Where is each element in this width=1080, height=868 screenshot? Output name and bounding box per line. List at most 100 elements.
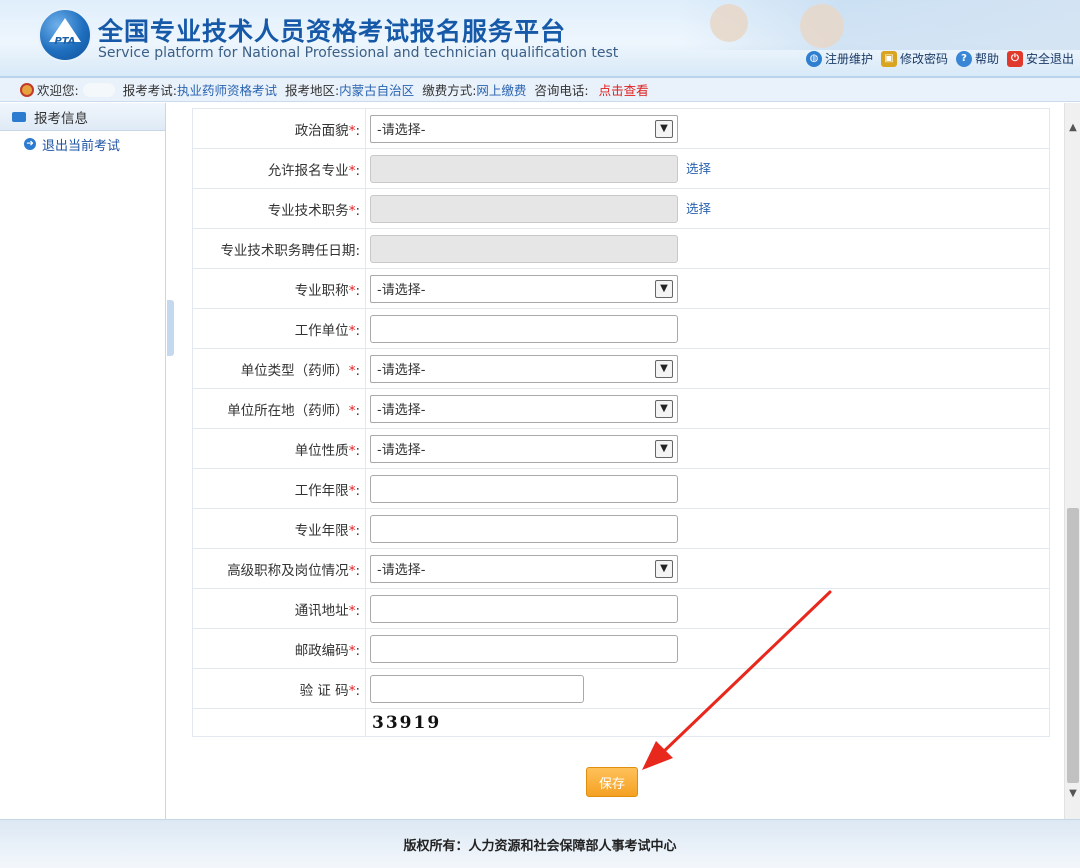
field-label: 单位性质*: xyxy=(192,428,366,469)
text-input[interactable] xyxy=(370,594,678,623)
field-label-text: 单位类型（药师） xyxy=(240,362,349,379)
field-label: 高级职称及岗位情况*: xyxy=(192,548,366,589)
field-label-text: 单位所在地（药师） xyxy=(227,402,349,419)
field-label-text: 单位性质 xyxy=(294,442,349,459)
captcha-image-cell: 33919 xyxy=(365,708,1050,737)
exam-label: 报考考试: xyxy=(122,83,177,98)
select-dropdown[interactable]: -请选择- ▼ xyxy=(370,394,678,423)
captcha-input[interactable] xyxy=(370,674,584,703)
change-password-link[interactable]: ▣ 修改密码 xyxy=(880,50,948,67)
label-colon: : xyxy=(355,522,360,539)
sidebar-header[interactable]: 报考信息 xyxy=(0,103,165,131)
select-dropdown[interactable]: -请选择- ▼ xyxy=(370,554,678,583)
form-row: 邮政编码*: xyxy=(192,628,1050,669)
disabled-input xyxy=(370,154,678,183)
label-colon: : xyxy=(355,122,360,139)
chevron-down-icon: ▼ xyxy=(655,399,673,418)
field-label-text: 工作单位 xyxy=(294,322,349,339)
link-label: 安全退出 xyxy=(1025,52,1074,66)
field-control-cell: -请选择- ▼ xyxy=(365,348,1050,389)
sidebar: 报考信息 ➜ 退出当前考试 xyxy=(0,103,166,819)
site-subtitle: Service platform for National Profession… xyxy=(98,45,619,61)
choose-link[interactable]: 选择 xyxy=(686,158,711,177)
captcha-image[interactable]: 33919 xyxy=(370,713,441,733)
sidebar-collapse-handle[interactable] xyxy=(167,300,174,356)
info-bar: 欢迎您: 报考考试: 执业药师资格考试 报考地区: 内蒙古自治区 缴费方式: 网… xyxy=(0,78,1080,102)
field-label: 专业年限*: xyxy=(192,508,366,549)
register-maintain-link[interactable]: ◍ 注册维护 xyxy=(805,50,873,67)
pta-logo: PTA xyxy=(38,8,92,62)
label-colon: : xyxy=(355,242,360,259)
logo-text: PTA xyxy=(54,36,76,47)
phone-label: 咨询电话: xyxy=(534,83,589,98)
field-control-cell: 选择 xyxy=(365,188,1050,229)
field-control-cell xyxy=(365,588,1050,629)
field-label: 通讯地址*: xyxy=(192,588,366,629)
exam-value: 执业药师资格考试 xyxy=(176,83,277,98)
field-label: 工作单位*: xyxy=(192,308,366,349)
field-label: 验 证 码*: xyxy=(192,668,366,709)
text-input[interactable] xyxy=(370,514,678,543)
select-dropdown[interactable]: -请选择- ▼ xyxy=(370,274,678,303)
chevron-down-icon: ▼ xyxy=(655,279,673,298)
form-row: 通讯地址*: xyxy=(192,588,1050,629)
field-label: 专业技术职务*: xyxy=(192,188,366,229)
select-dropdown[interactable]: -请选择- ▼ xyxy=(370,114,678,143)
save-button[interactable]: 保存 xyxy=(586,767,638,797)
phone-view-link[interactable]: 点击查看 xyxy=(599,80,649,99)
select-value: -请选择- xyxy=(377,283,426,298)
field-label-text: 专业技术职务 xyxy=(267,202,349,219)
sidebar-item-exit-exam[interactable]: ➜ 退出当前考试 xyxy=(0,131,165,157)
form-row: 专业年限*: xyxy=(192,508,1050,549)
disabled-input xyxy=(370,194,678,223)
form-row: 专业技术职务聘任日期: xyxy=(192,228,1050,269)
field-label-text: 工作年限 xyxy=(294,482,349,499)
scroll-thumb[interactable] xyxy=(1067,508,1079,783)
select-dropdown[interactable]: -请选择- ▼ xyxy=(370,434,678,463)
field-control-cell xyxy=(365,228,1050,269)
banner-person-image xyxy=(800,4,844,48)
text-input[interactable] xyxy=(370,634,678,663)
vertical-scrollbar[interactable]: ▲ ▼ xyxy=(1064,103,1080,819)
field-label-text: 高级职称及岗位情况 xyxy=(227,562,349,579)
region-label: 报考地区: xyxy=(284,83,340,98)
link-label: 注册维护 xyxy=(824,52,873,66)
select-value: -请选择- xyxy=(377,123,426,138)
captcha-image-row: 33919 xyxy=(192,708,1050,737)
help-link[interactable]: ? 帮助 xyxy=(955,50,999,67)
field-label-text: 专业年限 xyxy=(294,522,349,539)
region-value: 内蒙古自治区 xyxy=(339,83,415,98)
label-colon: : xyxy=(355,322,360,339)
user-name-redacted xyxy=(82,82,115,97)
scroll-down-arrow-icon[interactable]: ▼ xyxy=(1065,785,1080,801)
form-row: 验 证 码*: xyxy=(192,668,1050,709)
field-control-cell xyxy=(365,468,1050,509)
field-control-cell: -请选择- ▼ xyxy=(365,268,1050,309)
logout-link[interactable]: ⏻ 安全退出 xyxy=(1006,50,1074,67)
form-row: 允许报名专业*: 选择 xyxy=(192,148,1050,189)
field-control-cell: -请选择- ▼ xyxy=(365,428,1050,469)
field-label-text: 政治面貌 xyxy=(294,122,349,139)
scroll-up-arrow-icon[interactable]: ▲ xyxy=(1065,119,1080,135)
form-row: 专业技术职务*: 选择 xyxy=(192,188,1050,229)
chevron-down-icon: ▼ xyxy=(655,559,673,578)
label-colon: : xyxy=(355,402,360,419)
site-title: 全国专业技术人员资格考试报名服务平台 xyxy=(98,17,567,46)
label-colon: : xyxy=(355,442,360,459)
field-label: 工作年限*: xyxy=(192,468,366,509)
select-value: -请选择- xyxy=(377,563,426,578)
field-control-cell: -请选择- ▼ xyxy=(365,548,1050,589)
select-value: -请选择- xyxy=(377,403,426,418)
power-icon: ⏻ xyxy=(1006,50,1023,67)
select-value: -请选择- xyxy=(377,443,426,458)
field-control-cell xyxy=(365,628,1050,669)
text-input[interactable] xyxy=(370,474,678,503)
text-input[interactable] xyxy=(370,314,678,343)
select-dropdown[interactable]: -请选择- ▼ xyxy=(370,354,678,383)
top-links: ◍ 注册维护 ▣ 修改密码 ? 帮助 ⏻ 安全退出 xyxy=(805,50,1074,67)
choose-link[interactable]: 选择 xyxy=(686,198,711,217)
sidebar-item-label: 退出当前考试 xyxy=(42,138,121,154)
header: PTA 全国专业技术人员资格考试报名服务平台 Service platform … xyxy=(0,0,1080,78)
lock-icon: ▣ xyxy=(880,50,897,67)
form-row: 工作单位*: xyxy=(192,308,1050,349)
